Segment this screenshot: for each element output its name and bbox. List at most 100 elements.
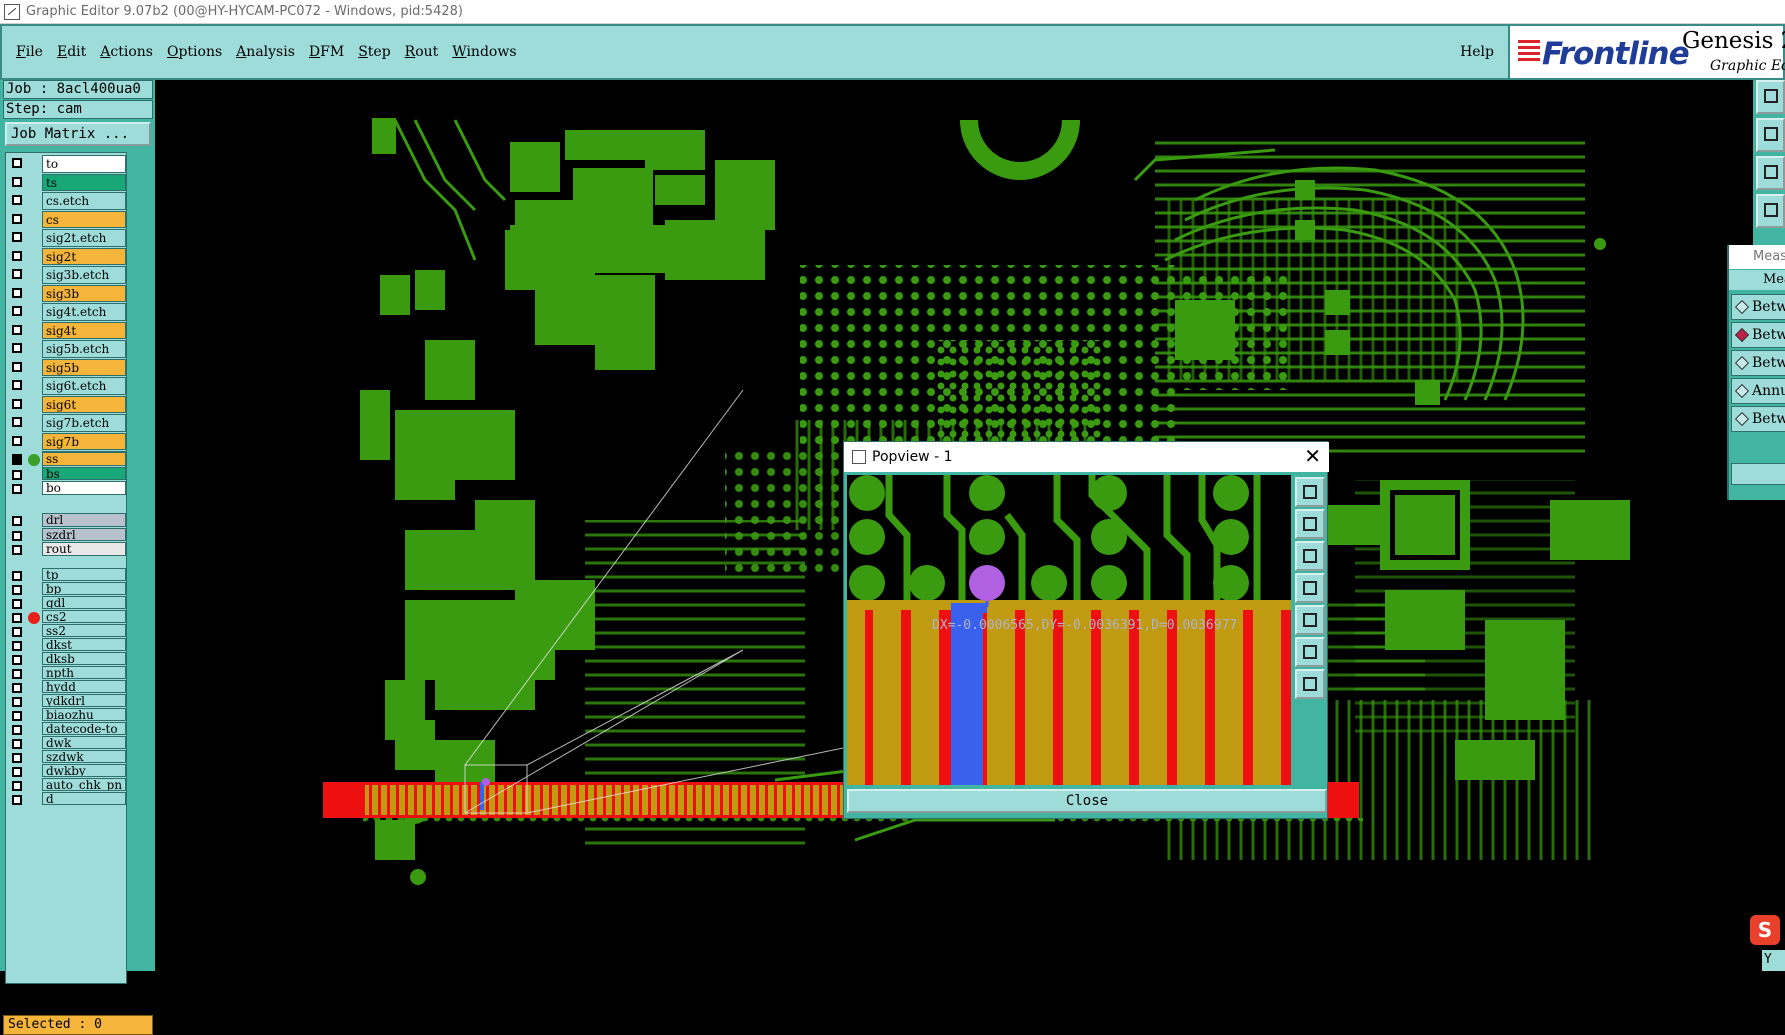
menu-file[interactable]: File [16,42,43,62]
layer-row-sig2t-etch[interactable]: sig2t.etch [6,229,128,247]
layer-row-hydd[interactable]: hydd [6,680,128,693]
layer-row-ydkdrl[interactable]: ydkdrl [6,694,128,707]
layer-row-biaozhu[interactable]: biaozhu [6,708,128,721]
menu-step[interactable]: Step [358,42,390,62]
fit-icon[interactable] [1295,669,1325,699]
popview-close-button[interactable]: Close [847,789,1327,813]
layer-checkbox[interactable] [12,753,22,763]
layer-row-cs2[interactable]: cs2 [6,610,128,624]
layer-checkbox[interactable] [12,287,22,298]
ime-badge-icon[interactable]: S [1750,915,1780,945]
measure-option-between-3[interactable]: Betw [1731,350,1785,376]
pan-down-icon[interactable] [1295,541,1325,571]
layer-checkbox[interactable] [12,269,22,279]
layer-checkbox[interactable] [12,697,22,707]
layer-checkbox[interactable] [12,627,22,637]
layer-row-szdrl[interactable]: szdrl [6,527,128,541]
layer-row-gdl[interactable]: gdl [6,596,128,609]
layer-checkbox[interactable] [12,361,22,372]
layer-checkbox[interactable] [12,781,22,791]
layer-checkbox[interactable] [12,435,22,446]
layer-checkbox[interactable] [12,306,22,316]
layer-checkbox[interactable] [12,795,22,805]
layer-row-bs[interactable]: bs [6,466,128,480]
layer-row-rout[interactable]: rout [6,542,128,556]
layer-row-sig2t[interactable]: sig2t [6,247,128,265]
measure-option-between-2[interactable]: Betw [1731,322,1785,348]
zoom-in-icon[interactable] [1295,477,1325,507]
layer-row-dkst[interactable]: dkst [6,638,128,651]
layer-row-dwk[interactable]: dwk [6,736,128,749]
layer-row-sig6t[interactable]: sig6t [6,395,128,413]
layer-checkbox[interactable] [12,613,22,623]
layer-row-sig3b[interactable]: sig3b [6,284,128,302]
layer-checkbox[interactable] [12,711,22,721]
layer-row-drl[interactable]: drl [6,513,128,527]
layer-checkbox[interactable] [12,484,22,494]
pan-left-icon[interactable] [1295,573,1325,603]
layer-checkbox[interactable] [12,213,22,224]
layer-checkbox[interactable] [12,469,22,480]
layer-checkbox[interactable] [12,398,22,409]
fit-view-icon[interactable] [1756,156,1785,190]
layer-checkbox[interactable] [12,343,22,353]
layer-row-ss[interactable]: ss [6,452,128,466]
measure-action-button[interactable] [1731,463,1785,485]
layer-row-datecode-to[interactable]: datecode-to [6,722,128,735]
layer-row-sig3b-etch[interactable]: sig3b.etch [6,266,128,284]
layer-row-sig6t-etch[interactable]: sig6t.etch [6,377,128,395]
layer-checkbox[interactable] [12,571,22,581]
menu-rout[interactable]: Rout [405,42,439,62]
measure-option-annular[interactable]: Annu [1731,378,1785,404]
layer-row-sig5b-etch[interactable]: sig5b.etch [6,340,128,358]
layer-checkbox[interactable] [12,739,22,749]
layer-checkbox[interactable] [12,641,22,651]
layer-row-sig7b-etch[interactable]: sig7b.etch [6,414,128,432]
layer-row-sig5b[interactable]: sig5b [6,358,128,376]
layer-checkbox[interactable] [12,669,22,679]
popview-canvas[interactable]: DX=-0.0006565,DY=-0.0036391,D=0.0036977 [847,475,1291,785]
layer-row-npth[interactable]: npth [6,666,128,679]
layer-row-bp[interactable]: bp [6,582,128,595]
layer-row-sig4t-etch[interactable]: sig4t.etch [6,303,128,321]
layer-checkbox[interactable] [12,324,22,335]
layer-checkbox[interactable] [12,516,22,526]
layer-checkbox[interactable] [12,455,22,465]
layer-row-tp[interactable]: tp [6,568,128,581]
layer-row-auto-chk-pn[interactable]: auto_chk_pn [6,778,128,791]
layer-checkbox[interactable] [12,158,22,168]
pan-left-icon[interactable] [1756,118,1785,152]
menu-dfm[interactable]: DFM [309,42,344,62]
pan-up-icon[interactable] [1295,509,1325,539]
layer-checkbox[interactable] [12,725,22,735]
menu-actions[interactable]: Actions [100,42,153,62]
layer-row-dwkby[interactable]: dwkby [6,764,128,777]
layer-checkbox[interactable] [12,195,22,205]
menu-analysis[interactable]: Analysis [236,42,295,62]
layer-row-sig7b[interactable]: sig7b [6,432,128,450]
layer-checkbox[interactable] [12,380,22,390]
layer-row-ss2[interactable]: ss2 [6,624,128,637]
close-icon[interactable]: ✕ [1304,444,1321,468]
measure-option-between-4[interactable]: Betw [1731,406,1785,432]
layer-checkbox[interactable] [12,655,22,665]
layer-checkbox[interactable] [12,417,22,427]
layer-row-sig4t[interactable]: sig4t [6,321,128,339]
zoom-home-icon[interactable] [1756,80,1785,114]
help-menu[interactable]: Help [1460,44,1494,60]
menu-windows[interactable]: Windows [452,42,516,62]
layer-checkbox[interactable] [12,683,22,693]
layer-row-cs[interactable]: cs [6,210,128,228]
pan-right-icon[interactable] [1295,605,1325,635]
layer-row-ts[interactable]: ts [6,173,128,191]
zoom-out-icon[interactable] [1295,637,1325,667]
measure-option-between-1[interactable]: Betw [1731,294,1785,320]
layer-checkbox[interactable] [12,585,22,595]
redraw-icon[interactable] [1756,194,1785,228]
layer-checkbox[interactable] [12,530,22,541]
layer-row-cs-etch[interactable]: cs.etch [6,192,128,210]
layer-row-bo[interactable]: bo [6,481,128,495]
job-matrix-button[interactable]: Job Matrix ... [5,122,151,146]
layer-row-to[interactable]: to [6,155,128,173]
menu-edit[interactable]: Edit [57,42,86,62]
